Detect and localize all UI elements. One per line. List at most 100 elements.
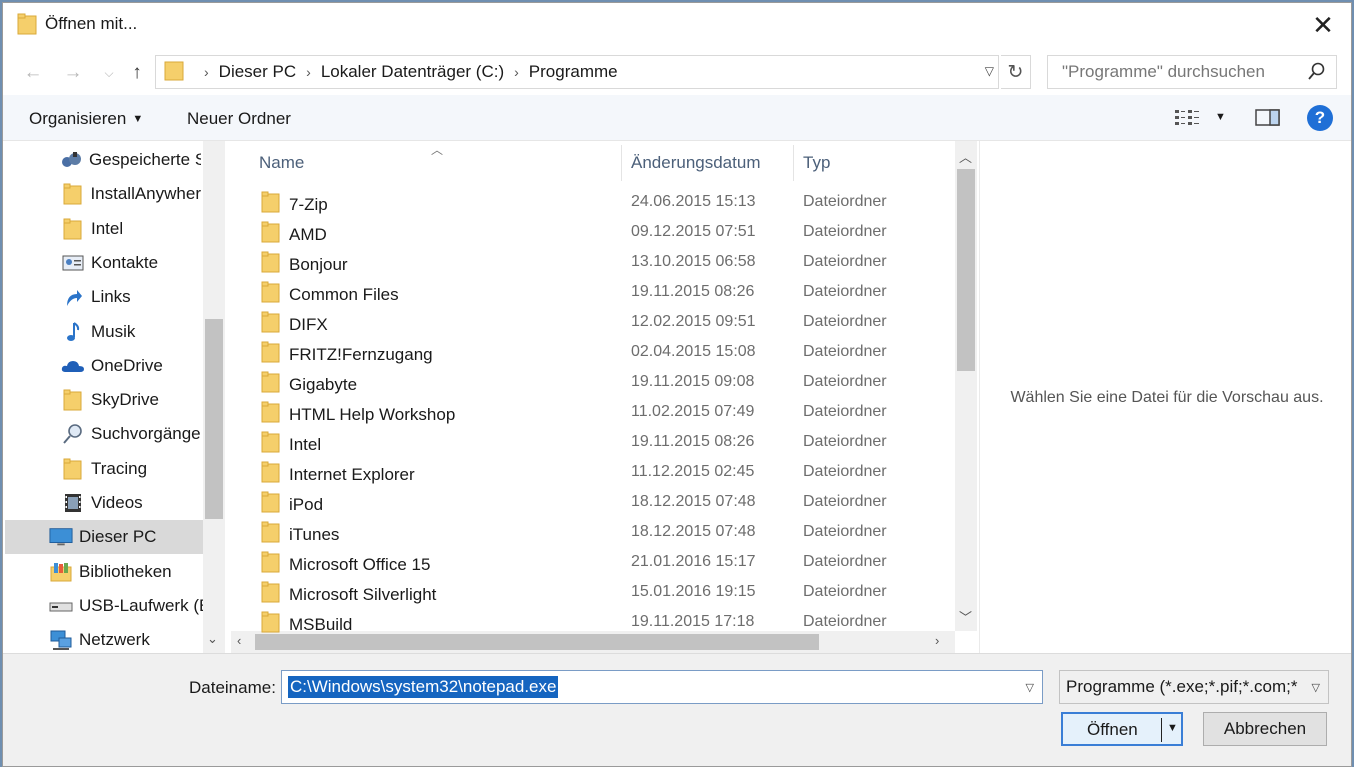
breadcrumb-dieser-pc[interactable]: Dieser PC: [219, 62, 296, 82]
chevron-down-icon[interactable]: ▽: [1311, 681, 1320, 694]
filename-value[interactable]: C:\Windows\system32\notepad.exe: [288, 676, 559, 698]
table-row[interactable]: Gigabyte 19.11.2015 09:08 Dateiordner: [231, 367, 953, 397]
forward-arrow-icon[interactable]: →: [59, 60, 87, 86]
sidebar-item[interactable]: Suchvorgänge: [3, 417, 201, 451]
column-divider[interactable]: [621, 145, 622, 181]
folder-icon: [261, 611, 281, 638]
address-bar[interactable]: › Dieser PC › Lokaler Datenträger (C:) ›…: [155, 55, 999, 89]
chevron-down-icon[interactable]: ▽: [985, 64, 994, 78]
table-row[interactable]: 7-Zip 24.06.2015 15:13 Dateiordner: [231, 187, 953, 217]
sidebar-item[interactable]: Videos: [3, 486, 201, 520]
file-name: Internet Explorer: [289, 464, 415, 484]
scrollbar-thumb[interactable]: [205, 319, 223, 519]
file-date: 13.10.2015 06:58: [631, 253, 756, 270]
table-row[interactable]: HTML Help Workshop 11.02.2015 07:49 Dateio…: [231, 397, 953, 427]
preview-pane: Wählen Sie eine Datei für die Vorschau a…: [979, 141, 1351, 653]
search-icon[interactable]: [1308, 62, 1326, 87]
sidebar-item[interactable]: Bibliotheken: [5, 555, 203, 589]
nav-scrollbar[interactable]: ⌄: [203, 141, 225, 653]
table-row[interactable]: AMD 09.12.2015 07:51 Dateiordner: [231, 217, 953, 247]
sidebar-item[interactable]: USB-Laufwerk (E: [5, 589, 203, 623]
videos-icon: [61, 492, 85, 514]
split-divider: [1161, 718, 1162, 742]
links-icon: [61, 286, 85, 308]
sidebar-item-label: Intel: [91, 218, 124, 238]
sidebar-item[interactable]: Tracing: [3, 452, 201, 486]
chevron-down-icon[interactable]: ▽: [1026, 681, 1034, 694]
table-row[interactable]: MSBuild 19.11.2015 17:18 Dateiordner: [231, 607, 953, 637]
folder-icon: [261, 401, 281, 428]
sidebar-item-label: Tracing: [91, 458, 148, 478]
search-placeholder: "Programme" durchsuchen: [1062, 62, 1265, 81]
folder-icon: [261, 581, 281, 608]
folder-icon: [261, 221, 281, 248]
sidebar-item-label: Musik: [91, 321, 136, 341]
file-name-cell: AMD: [261, 221, 327, 248]
folder-icon: [17, 13, 37, 40]
breadcrumb-programme[interactable]: Programme: [529, 62, 618, 82]
sidebar-item[interactable]: Musik: [3, 315, 201, 349]
file-name-cell: FRITZ!Fernzugang: [261, 341, 433, 368]
sidebar-item[interactable]: Links: [3, 280, 201, 314]
up-arrow-icon[interactable]: ↑: [123, 60, 151, 86]
file-type-select[interactable]: Programme (*.exe;*.pif;*.com;* ▽: [1059, 670, 1329, 704]
recent-locations-chevron-icon[interactable]: ⌵: [95, 60, 123, 86]
caret-down-icon[interactable]: ▼: [1167, 722, 1178, 734]
file-date: 12.02.2015 09:51: [631, 313, 756, 330]
organize-menu[interactable]: Organisieren ▼: [29, 109, 143, 129]
scrollbar-thumb[interactable]: [957, 169, 975, 371]
chevron-down-icon[interactable]: ﹀: [959, 607, 972, 626]
column-header-name[interactable]: Name: [259, 141, 304, 181]
filename-input[interactable]: C:\Windows\system32\notepad.exe ▽: [281, 670, 1043, 704]
preview-pane-icon[interactable]: [1255, 109, 1281, 132]
refresh-icon[interactable]: ↻: [1001, 55, 1031, 89]
column-header-date[interactable]: Änderungsdatum: [631, 141, 760, 181]
file-date: 11.02.2015 07:49: [631, 403, 755, 420]
sidebar-item[interactable]: Intel: [3, 212, 201, 246]
chevron-right-icon[interactable]: ›: [514, 64, 519, 80]
view-options-icon[interactable]: [1175, 109, 1201, 132]
table-row[interactable]: Microsoft Silverlight 15.01.2016 19:15 Dat…: [231, 577, 953, 607]
table-row[interactable]: Internet Explorer 11.12.2015 02:45 Dateior…: [231, 457, 953, 487]
file-type: Dateiordner: [803, 613, 887, 630]
breadcrumb-local-disk[interactable]: Lokaler Datenträger (C:): [321, 62, 504, 82]
table-row[interactable]: Microsoft Office 15 21.01.2016 15:17 Datei…: [231, 547, 953, 577]
chevron-up-icon[interactable]: ︿: [959, 147, 972, 166]
sidebar-item[interactable]: OneDrive: [3, 349, 201, 383]
sidebar-item[interactable]: Kontakte: [3, 246, 201, 280]
file-name: 7-Zip: [289, 194, 328, 214]
open-with-dialog: Öffnen mit... ✕ ← → ⌵ ↑ › Dieser PC › Lo…: [2, 2, 1352, 767]
chevron-right-icon[interactable]: ›: [306, 64, 311, 80]
open-button[interactable]: Öffnen ▼: [1061, 712, 1183, 746]
table-row[interactable]: DIFX 12.02.2015 09:51 Dateiordner: [231, 307, 953, 337]
vertical-scrollbar[interactable]: ︿ ﹀: [955, 141, 977, 631]
computer-icon: [49, 526, 73, 548]
navigation-pane: Netzwerk USB-Laufwerk (E Bibliotheken Diese…: [3, 141, 225, 653]
sidebar-item[interactable]: InstallAnywher: [3, 177, 201, 211]
column-divider[interactable]: [793, 145, 794, 181]
file-date: 21.01.2016 15:17: [631, 553, 756, 570]
file-name-cell: Bonjour: [261, 251, 348, 278]
table-row[interactable]: Bonjour 13.10.2015 06:58 Dateiordner: [231, 247, 953, 277]
table-row[interactable]: iTunes 18.12.2015 07:48 Dateiordner: [231, 517, 953, 547]
sidebar-item[interactable]: Gespeicherte S: [3, 143, 201, 177]
table-row[interactable]: Intel 19.11.2015 08:26 Dateiordner: [231, 427, 953, 457]
table-row[interactable]: iPod 18.12.2015 07:48 Dateiordner: [231, 487, 953, 517]
column-header-type[interactable]: Typ: [803, 141, 830, 181]
new-folder-button[interactable]: Neuer Ordner: [187, 109, 291, 129]
sidebar-item[interactable]: SkyDrive: [3, 383, 201, 417]
preview-message: Wählen Sie eine Datei für die Vorschau a…: [1010, 389, 1324, 406]
table-row[interactable]: Common Files 19.11.2015 08:26 Dateiordner: [231, 277, 953, 307]
help-icon[interactable]: ?: [1307, 105, 1333, 131]
file-name: Microsoft Office 15: [289, 554, 431, 574]
sidebar-item[interactable]: Dieser PC: [5, 520, 203, 555]
chevron-down-icon[interactable]: ⌄: [207, 631, 218, 647]
close-icon[interactable]: ✕: [1305, 7, 1341, 43]
caret-down-icon[interactable]: ▼: [1215, 111, 1226, 123]
file-name: HTML Help Workshop: [289, 404, 456, 424]
file-date: 15.01.2016 19:15: [631, 583, 756, 600]
back-arrow-icon[interactable]: ←: [19, 60, 47, 86]
table-row[interactable]: FRITZ!Fernzugang 02.04.2015 15:08 Dateiord…: [231, 337, 953, 367]
cancel-button[interactable]: Abbrechen: [1203, 712, 1327, 746]
search-input[interactable]: "Programme" durchsuchen: [1047, 55, 1337, 89]
